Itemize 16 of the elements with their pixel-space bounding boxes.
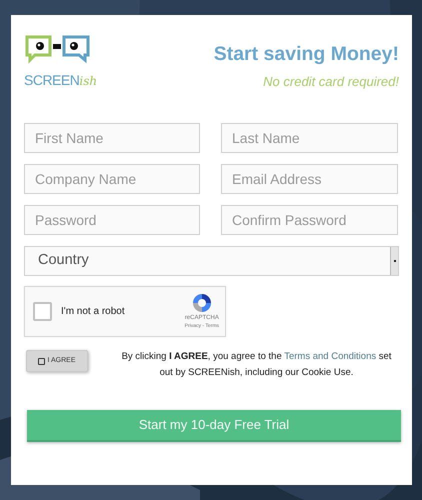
input-field[interactable]: Last Name <box>221 123 398 153</box>
subtitle: No credit card required! <box>263 73 399 92</box>
captcha-checkbox[interactable] <box>33 302 52 321</box>
input-field[interactable]: Password <box>24 205 200 235</box>
headline: Start saving Money! <box>214 43 399 66</box>
input-field[interactable]: First Name <box>24 123 200 153</box>
logo-text: SCREENish <box>24 71 98 90</box>
input-field[interactable]: Confirm Password <box>221 205 398 235</box>
country-select[interactable]: Country <box>24 246 399 276</box>
select-handle-icon <box>390 247 398 275</box>
terms-link[interactable]: Terms and Conditions <box>284 351 376 362</box>
input-field[interactable]: Company Name <box>24 164 200 194</box>
input-field[interactable]: Email Address <box>221 164 398 194</box>
agreement-text: By clicking I AGREE, you agree to the Terms and Conditions set out by SCREENish, including our Cookie Use. <box>120 350 392 380</box>
recaptcha-icon <box>190 292 213 314</box>
captcha-label: I'm not a robot <box>61 305 126 319</box>
